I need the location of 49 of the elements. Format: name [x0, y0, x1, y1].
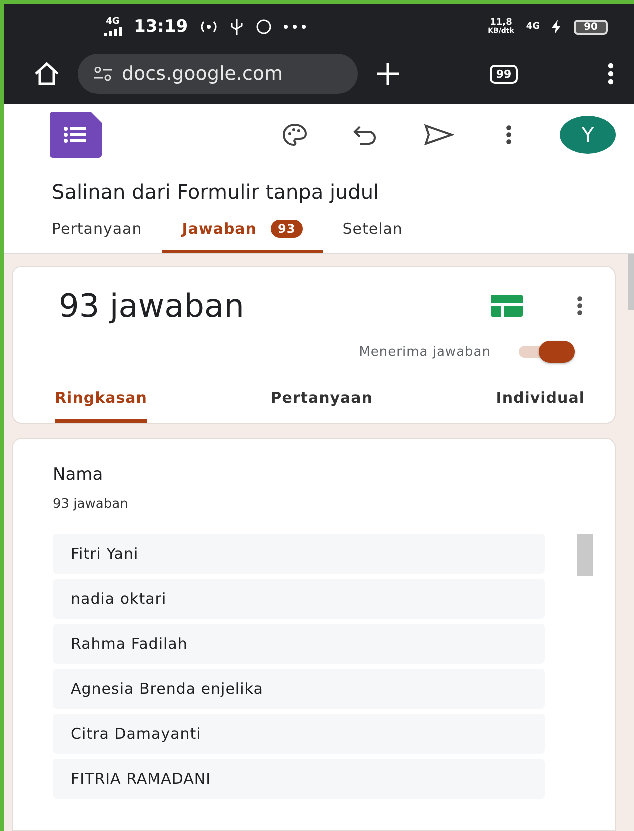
form-title: Salinan dari Formulir tanpa judul	[51, 179, 380, 204]
site-settings-icon[interactable]	[94, 67, 112, 81]
tab[interactable]: Individual	[496, 389, 585, 423]
battery-level: 90	[574, 20, 608, 34]
answer-row: FITRIA RAMADANI	[53, 759, 545, 799]
signal-icon	[104, 27, 122, 36]
tab-label: Setelan	[342, 220, 403, 238]
menu-icon[interactable]	[608, 63, 614, 85]
tab-label: Pertanyaan	[52, 220, 142, 238]
url-field[interactable]: docs.google.com	[78, 54, 358, 94]
tab[interactable]: Pertanyaan	[270, 389, 373, 423]
avatar[interactable]: Y	[560, 116, 616, 154]
tab-count-button[interactable]: 99	[490, 64, 518, 84]
answer-row: Rahma Fadilah	[53, 624, 545, 664]
answer-row: Agnesia Brenda enjelika	[53, 669, 545, 709]
charging-icon	[552, 20, 562, 34]
scrollbar[interactable]	[628, 254, 634, 310]
usb-icon	[230, 19, 244, 35]
toggle-label: Menerima jawaban	[359, 344, 491, 360]
network-label: 4G	[526, 22, 540, 32]
home-icon[interactable]	[34, 62, 60, 86]
tab[interactable]: Pertanyaan	[32, 204, 162, 253]
tab-label: Jawaban	[182, 220, 257, 238]
count-badge: 93	[271, 220, 303, 238]
more-icon[interactable]	[577, 296, 583, 316]
undo-icon[interactable]	[352, 125, 378, 145]
answer-row: nadia oktari	[53, 579, 545, 619]
palette-icon[interactable]	[282, 123, 308, 147]
url-text: docs.google.com	[122, 63, 284, 85]
answer-row: Citra Damayanti	[53, 714, 545, 754]
question-title: Nama	[52, 464, 104, 485]
scrollbar[interactable]	[577, 534, 593, 576]
answer-row: Fitri Yani	[53, 534, 545, 574]
tab[interactable]: Setelan	[322, 204, 423, 253]
response-count: 93 jawaban	[52, 496, 130, 512]
chat-icon	[256, 19, 272, 35]
new-tab-icon[interactable]	[376, 62, 400, 86]
more-icon[interactable]	[506, 125, 512, 145]
clock-time: 13:19	[134, 17, 188, 37]
tab[interactable]: Ringkasan	[55, 389, 148, 423]
responses-heading: 93 jawaban	[59, 287, 246, 325]
forms-logo-icon	[50, 112, 102, 158]
spreadsheet-icon[interactable]	[491, 295, 523, 317]
network-label: 4G	[106, 18, 120, 27]
hotspot-icon	[200, 21, 218, 33]
more-dots-icon	[284, 25, 306, 29]
data-speed: 11,8	[490, 19, 512, 28]
toggle-switch[interactable]	[519, 341, 575, 363]
send-icon[interactable]	[424, 124, 454, 146]
